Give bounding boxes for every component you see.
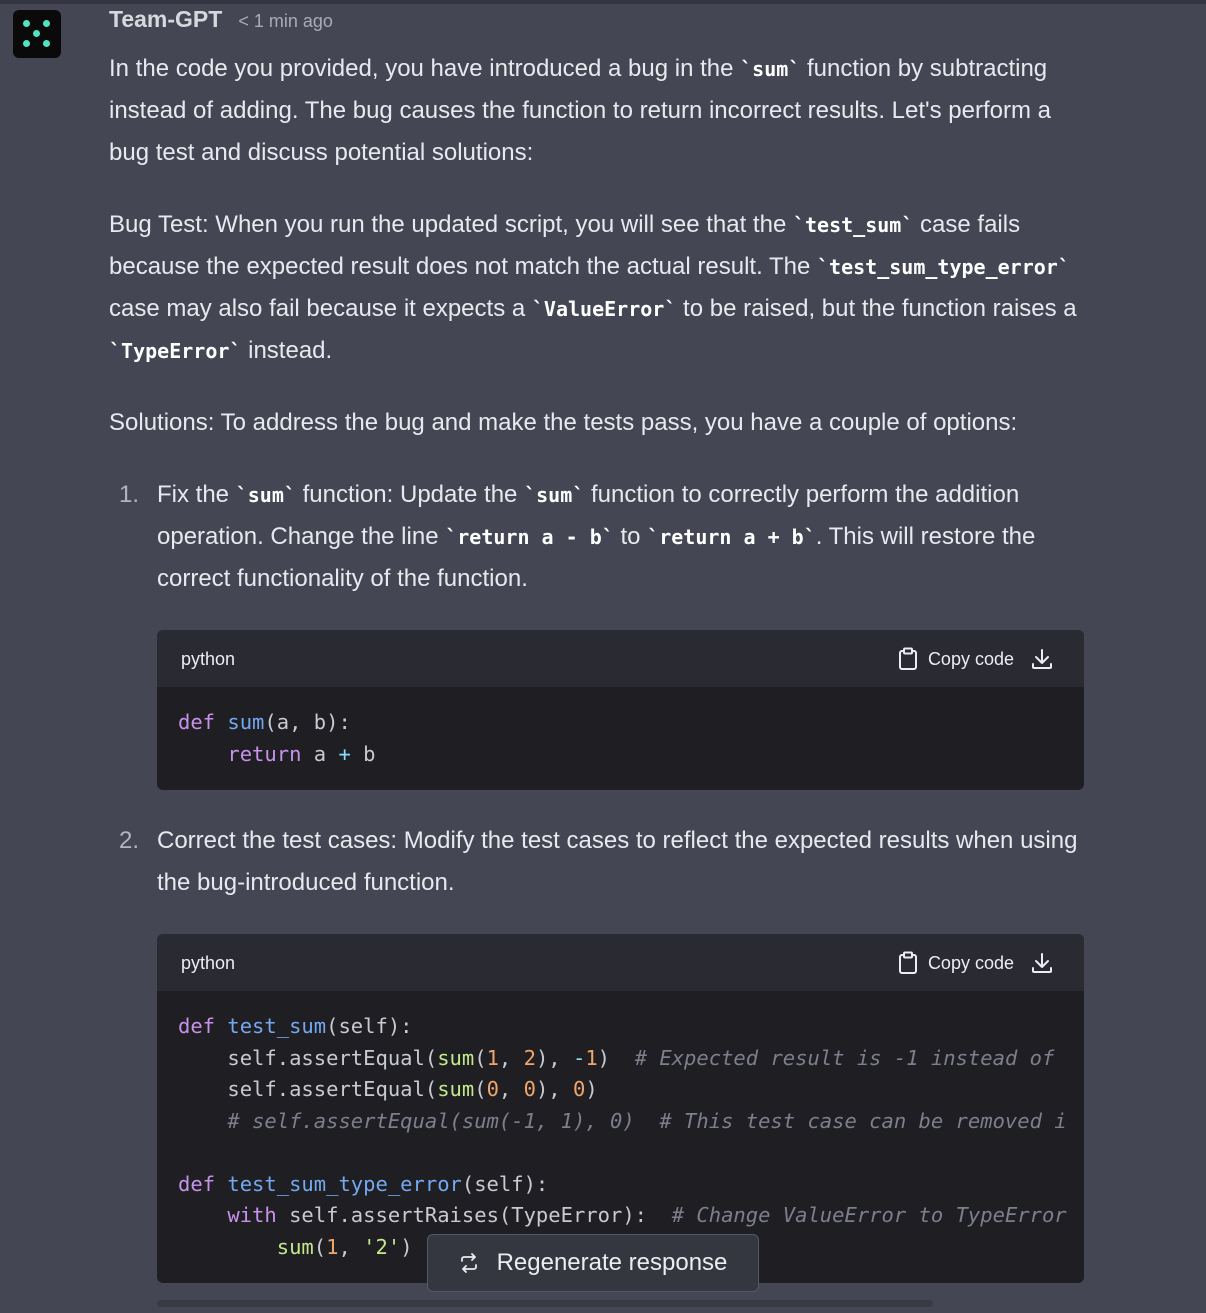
sender-name: Team-GPT: [109, 6, 223, 32]
clipboard-icon: [898, 951, 917, 974]
paragraph-intro: In the code you provided, you have intro…: [109, 55, 1051, 166]
code-language: python: [181, 952, 236, 973]
list-number: 2.: [119, 827, 140, 854]
inline-code: `return a - b`: [445, 525, 614, 549]
regenerate-label: Regenerate response: [496, 1249, 728, 1276]
inline-code: `sum`: [235, 483, 296, 507]
download-icon[interactable]: [1030, 647, 1054, 671]
paragraph-bug-test: Bug Test: When you run the updated scrip…: [109, 211, 1077, 364]
clipboard-icon: [898, 647, 917, 670]
inline-code: `sum`: [740, 57, 801, 81]
code-line: self.assertEqual(sum(0, 0), 0): [178, 1077, 598, 1101]
code-line: self.assertEqual(sum(1, 2), -1) # Expect…: [178, 1045, 1055, 1070]
regenerate-response-button[interactable]: Regenerate response: [427, 1234, 759, 1292]
code-line: with self.assertRaises(TypeError): # Cha…: [227, 1203, 1067, 1227]
inline-code: `return a + b`: [647, 525, 816, 549]
refresh-icon: [460, 1253, 477, 1273]
solutions-list: 1. Fix the `sum` function: Update the `s…: [109, 474, 1089, 1283]
code-content: def sum(a, b): return a + b: [157, 687, 1084, 790]
code-block: python Copy code def sum(a, b): return a…: [157, 630, 1084, 790]
code-line: sum(1, '2'): [276, 1234, 413, 1259]
code-block-header: python Copy code: [157, 630, 1084, 687]
message-header: Team-GPT < 1 min ago: [109, 6, 333, 40]
code-block: python Copy code def test_sum(self): sel…: [157, 934, 1084, 1283]
list-number: 1.: [119, 481, 140, 508]
message-body: In the code you provided, you have intro…: [109, 48, 1089, 1313]
code-horizontal-scrollbar[interactable]: [157, 1300, 933, 1307]
list-item: 2. Correct the test cases: Modify the te…: [109, 820, 1089, 1283]
list-item: 1. Fix the `sum` function: Update the `s…: [109, 474, 1089, 790]
code-line: return a + b: [227, 741, 376, 766]
code-line: def test_sum_type_error(self):: [178, 1171, 549, 1196]
copy-code-label: Copy code: [927, 952, 1014, 973]
code-block-header: python Copy code: [157, 934, 1084, 991]
code-language: python: [181, 648, 236, 669]
team-gpt-logo-icon: [13, 10, 61, 58]
inline-code: `sum`: [524, 483, 585, 507]
inline-code: `test_sum`: [792, 213, 914, 237]
copy-code-button[interactable]: Copy code: [898, 942, 1054, 984]
inline-code: `ValueError`: [531, 297, 677, 321]
code-line: def test_sum(self):: [178, 1014, 413, 1038]
inline-code: `TypeError`: [109, 339, 242, 363]
copy-code-button[interactable]: Copy code: [898, 638, 1054, 680]
timestamp: < 1 min ago: [238, 11, 333, 31]
code-line: # self.assertEqual(sum(-1, 1), 0) # This…: [227, 1108, 1067, 1133]
inline-code: `test_sum_type_error`: [817, 255, 1070, 279]
download-icon[interactable]: [1030, 951, 1054, 975]
top-border: [0, 0, 1206, 4]
code-line: def sum(a, b):: [178, 710, 351, 734]
paragraph-solutions: Solutions: To address the bug and make t…: [109, 409, 1018, 436]
copy-code-label: Copy code: [927, 648, 1014, 669]
